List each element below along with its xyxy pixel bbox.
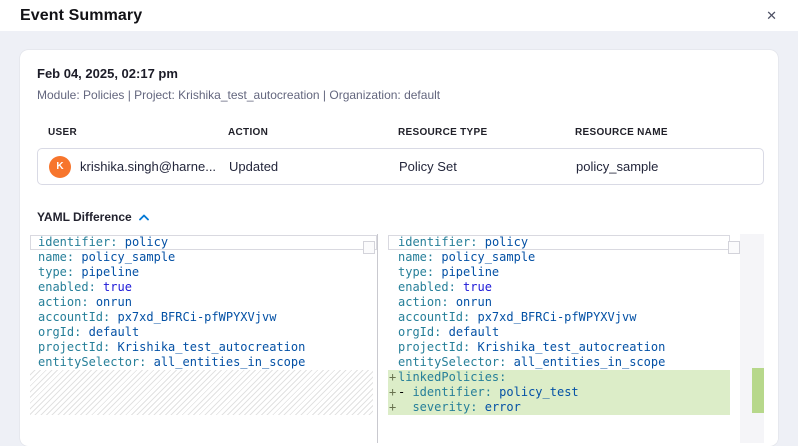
column-header-resource-name: RESOURCE NAME [575, 127, 764, 138]
original-code-line[interactable]: entitySelector: all_entities_in_scope [30, 355, 377, 370]
dialog-body: Feb 04, 2025, 02:17 pm Module: Policies … [0, 31, 798, 446]
page-title: Event Summary [20, 7, 142, 25]
diff-modified-pane[interactable]: identifier: policyname: policy_sampletyp… [388, 234, 730, 443]
modified-code-line[interactable]: name: policy_sample [388, 250, 730, 265]
right-scrollbar-slider[interactable] [728, 241, 740, 254]
modified-code-line[interactable]: enabled: true [388, 280, 730, 295]
modified-code-line[interactable]: + severity: error [388, 400, 730, 415]
column-header-resource-type: RESOURCE TYPE [398, 127, 575, 138]
original-code-line[interactable]: accountId: px7xd_BFRCi-pfWPYXVjvw [30, 310, 377, 325]
modified-code-line[interactable]: action: onrun [388, 295, 730, 310]
user-cell: K krishika.singh@harne... [49, 156, 229, 178]
resource-name-value: policy_sample [576, 159, 763, 174]
diff-added-sign: + [389, 400, 396, 415]
table-header-row: USER ACTION RESOURCE TYPE RESOURCE NAME [37, 127, 764, 138]
original-code-line[interactable]: projectId: Krishika_test_autocreation [30, 340, 377, 355]
original-code-line[interactable]: enabled: true [30, 280, 377, 295]
diff-placeholder-region [30, 370, 373, 415]
diff-added-marker [752, 368, 764, 413]
modified-code-line[interactable]: orgId: default [388, 325, 730, 340]
action-value: Updated [229, 159, 399, 174]
close-icon: ✕ [766, 8, 777, 23]
yaml-difference-label: YAML Difference [37, 210, 132, 224]
event-summary-dialog: Event Summary ✕ Feb 04, 2025, 02:17 pm M… [0, 0, 798, 446]
original-code-line[interactable]: type: pipeline [30, 265, 377, 280]
modified-code-line[interactable]: +linkedPolicies: [388, 370, 730, 385]
yaml-difference-toggle[interactable]: YAML Difference [37, 210, 149, 224]
diff-added-sign: + [389, 370, 396, 385]
diff-overview-ruler[interactable] [740, 234, 764, 443]
user-email: krishika.singh@harne... [80, 159, 216, 174]
event-card: Feb 04, 2025, 02:17 pm Module: Policies … [20, 50, 778, 446]
event-timestamp: Feb 04, 2025, 02:17 pm [37, 66, 778, 81]
column-header-user: USER [48, 127, 228, 138]
column-header-action: ACTION [228, 127, 398, 138]
diff-original-pane[interactable]: identifier: policyname: policy_sampletyp… [30, 234, 377, 443]
original-code-line[interactable]: identifier: policy [30, 235, 377, 250]
resource-type-value: Policy Set [399, 159, 576, 174]
audit-table: USER ACTION RESOURCE TYPE RESOURCE NAME … [37, 127, 764, 185]
modified-code-line[interactable]: entitySelector: all_entities_in_scope [388, 355, 730, 370]
event-context: Module: Policies | Project: Krishika_tes… [37, 88, 778, 102]
yaml-diff-editor: identifier: policyname: policy_sampletyp… [30, 234, 778, 443]
left-scrollbar-slider[interactable] [363, 241, 375, 254]
modified-code-line[interactable]: type: pipeline [388, 265, 730, 280]
avatar: K [49, 156, 71, 178]
modified-code-line[interactable]: projectId: Krishika_test_autocreation [388, 340, 730, 355]
modified-code-line[interactable]: +- identifier: policy_test [388, 385, 730, 400]
original-code-line[interactable]: action: onrun [30, 295, 377, 310]
original-code-line[interactable]: orgId: default [30, 325, 377, 340]
dialog-header: Event Summary ✕ [0, 0, 798, 31]
modified-code-line[interactable]: accountId: px7xd_BFRCi-pfWPYXVjvw [388, 310, 730, 325]
close-button[interactable]: ✕ [762, 7, 781, 24]
original-code-line[interactable]: name: policy_sample [30, 250, 377, 265]
diff-sash[interactable] [377, 234, 378, 443]
chevron-up-icon [139, 214, 149, 221]
diff-added-sign: + [389, 385, 396, 400]
modified-code-line[interactable]: identifier: policy [388, 235, 730, 250]
table-row: K krishika.singh@harne... Updated Policy… [37, 148, 764, 185]
